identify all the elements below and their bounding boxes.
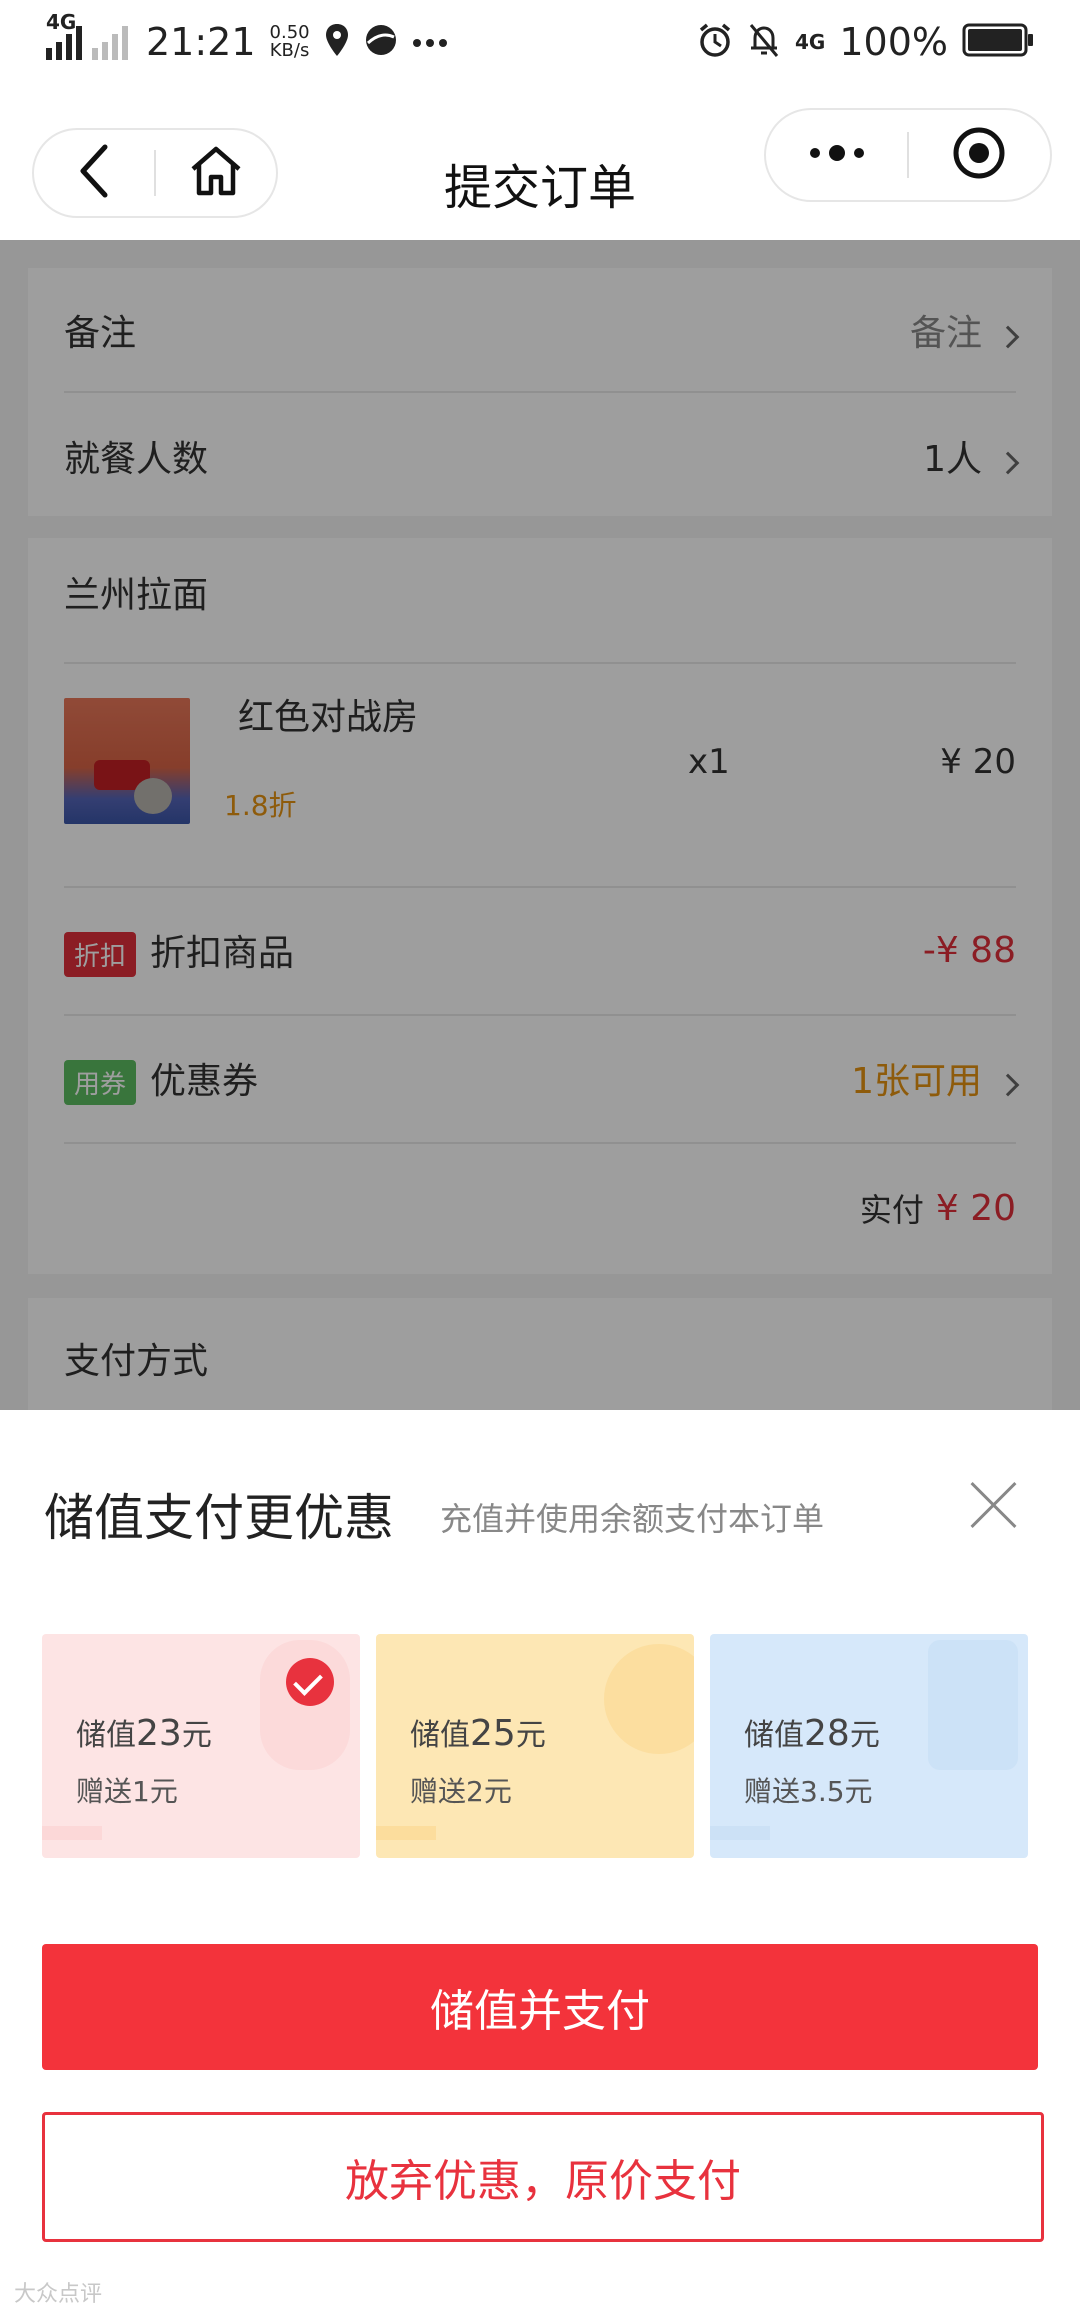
recharge-and-pay-button[interactable]: 储值并支付 [42, 1944, 1038, 2070]
pot-icon [928, 1640, 1018, 1770]
plan-unit: 元 [181, 1718, 212, 1753]
plan-card-2[interactable]: 储值25元 赠送2元 [376, 1634, 694, 1858]
plan-prefix: 储值 [744, 1718, 804, 1753]
menu-button[interactable] [766, 110, 907, 200]
selected-check-icon [286, 1658, 334, 1706]
plan-prefix: 储值 [410, 1718, 470, 1753]
network-speed: 0.50 KB/s [270, 24, 310, 60]
nav-bar: 提交订单 [0, 84, 1080, 240]
watermark: 大众点评 [14, 2282, 103, 2307]
plan-card-3[interactable]: 储值28元 赠送3.5元 [710, 1634, 1028, 1858]
plan-decoration [42, 1826, 102, 1840]
status-time: 21:21 [146, 20, 256, 64]
plan-amount: 储值28元 [744, 1710, 880, 1754]
plan-decoration [710, 1826, 770, 1840]
more-icon [412, 33, 448, 52]
plan-prefix: 储值 [76, 1718, 136, 1753]
mute-icon [747, 22, 781, 62]
plan-gift: 赠送1元 [76, 1775, 178, 1808]
battery-percent: 100% [839, 20, 948, 64]
nav-capsule-right [764, 108, 1052, 202]
sheet-title: 储值支付更优惠 [44, 1489, 394, 1547]
network-left-label: 4G [46, 10, 77, 34]
plan-amount: 储值25元 [410, 1710, 546, 1754]
status-right: 4G 100% [697, 16, 1034, 68]
close-miniapp-button[interactable] [909, 110, 1050, 200]
plan-amount-value: 23 [136, 1713, 182, 1754]
location-icon [324, 22, 350, 62]
modal-backdrop[interactable] [0, 240, 1080, 1410]
plan-decoration [376, 1826, 436, 1840]
pay-original-price-button[interactable]: 放弃优惠，原价支付 [42, 2112, 1044, 2242]
plan-unit: 元 [849, 1718, 880, 1753]
battery-icon [962, 23, 1034, 61]
plan-amount-value: 28 [804, 1713, 850, 1754]
close-icon[interactable] [968, 1480, 1018, 1530]
plan-unit: 元 [515, 1718, 546, 1753]
plan-amount-value: 25 [470, 1713, 516, 1754]
alarm-icon [697, 22, 733, 62]
status-left: 4G 21:21 0.50 KB/s [46, 10, 448, 68]
stored-value-sheet: 储值支付更优惠 充值并使用余额支付本订单 储值23元 赠送1元 储值25元 赠送… [0, 1410, 1080, 2316]
sheet-subtitle: 充值并使用余额支付本订单 [440, 1500, 825, 1538]
target-icon [952, 126, 1006, 184]
plan-gift: 赠送2元 [410, 1775, 512, 1808]
pan-icon [604, 1644, 694, 1754]
status-bar: 4G 21:21 0.50 KB/s 4G 100% [0, 0, 1080, 84]
browser-icon [364, 23, 398, 61]
speed-unit: KB/s [269, 40, 310, 61]
network-right-label: 4G [795, 30, 826, 54]
menu-dots-icon [807, 145, 867, 165]
plan-gift: 赠送3.5元 [744, 1775, 873, 1808]
plan-amount: 储值23元 [76, 1710, 212, 1754]
